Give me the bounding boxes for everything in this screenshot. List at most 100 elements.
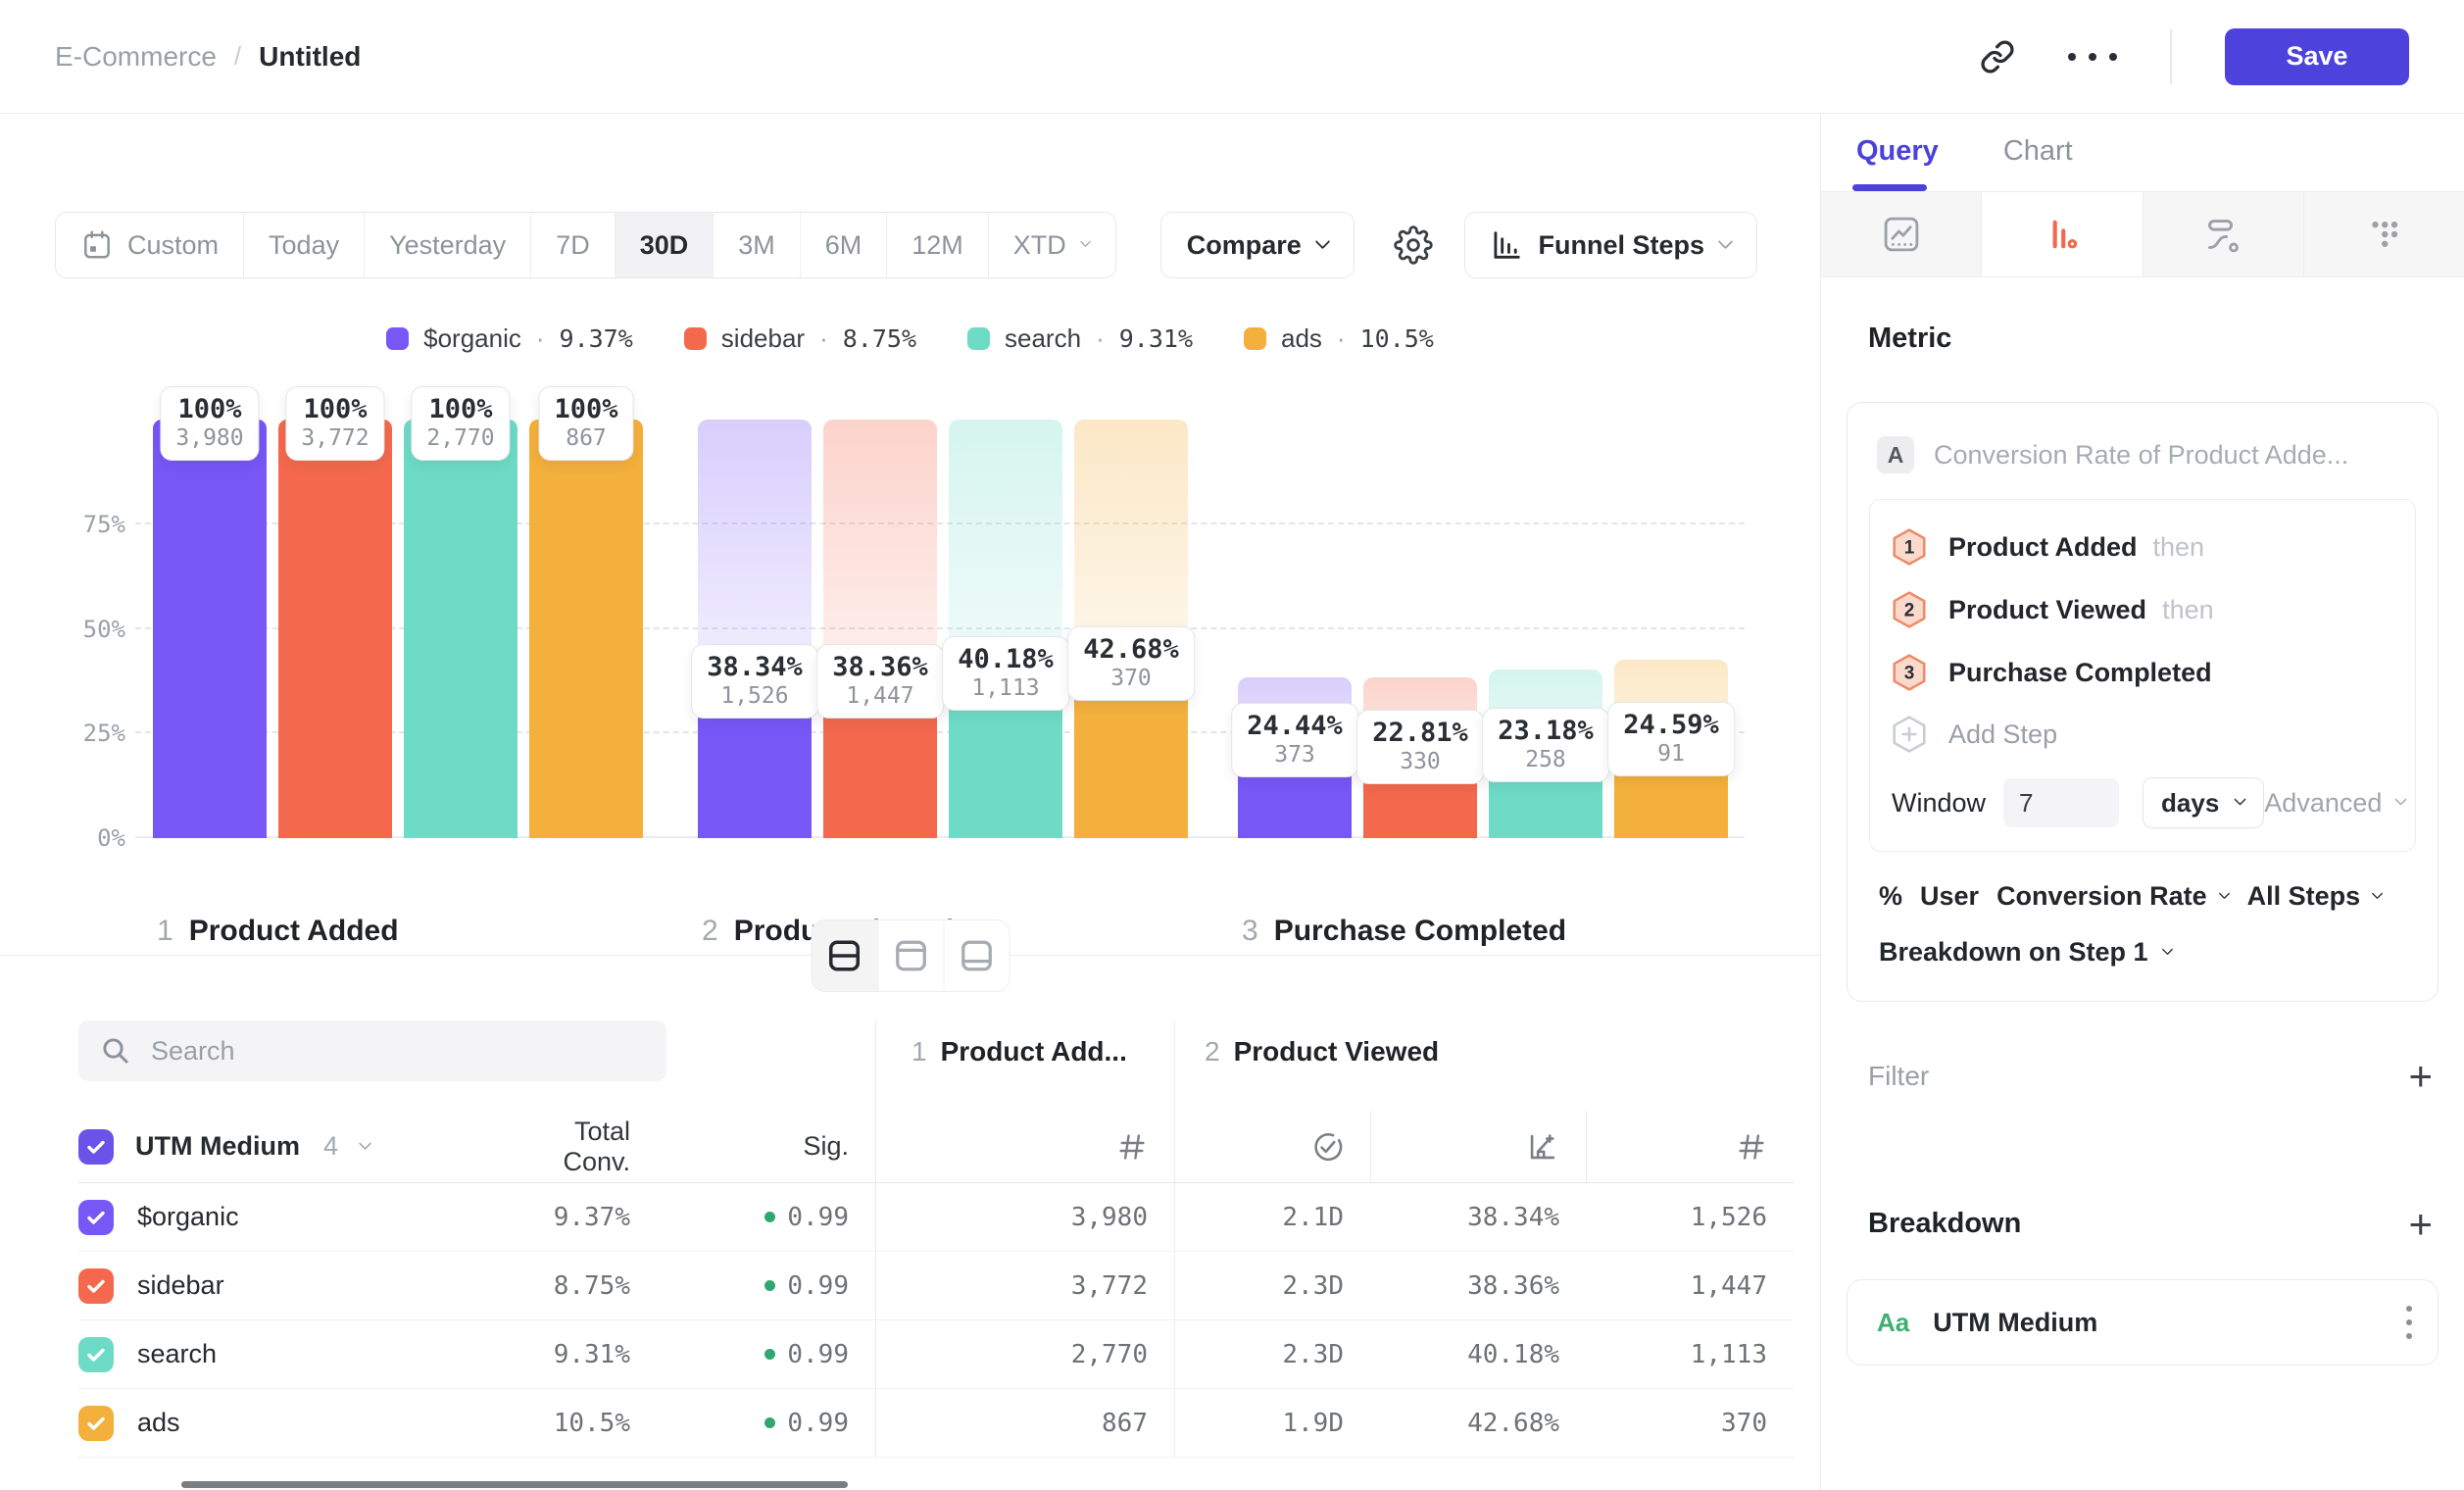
flow-chart-icon — [2201, 213, 2244, 256]
step1-count-column[interactable] — [875, 1111, 1174, 1182]
bar-value-label: 40.18%1,113 — [942, 636, 1069, 711]
row-checkbox[interactable] — [78, 1337, 114, 1372]
add-step-button[interactable]: Add Step — [1892, 704, 2393, 765]
legend-swatch — [386, 327, 409, 350]
table-search[interactable] — [78, 1020, 666, 1081]
breakdown-item-card[interactable]: Aa UTM Medium — [1847, 1279, 2439, 1366]
measure-scope-select[interactable]: All Steps — [2247, 881, 2384, 912]
select-all-checkbox[interactable] — [78, 1129, 114, 1165]
funnel-bar-search-step1[interactable] — [404, 420, 517, 838]
table-group-header[interactable]: UTM Medium 4 — [78, 1129, 539, 1165]
chevron-down-icon — [1080, 236, 1091, 247]
significance-value: 0.99 — [657, 1409, 875, 1438]
tab-grid-chart[interactable] — [2303, 192, 2464, 276]
legend-item-ads[interactable]: ads·10.5% — [1244, 323, 1434, 354]
row-checkbox[interactable] — [78, 1406, 114, 1441]
tab-chart[interactable]: Chart — [2003, 135, 2073, 191]
step-number-hexagon: 1 — [1892, 527, 1927, 567]
range-7d[interactable]: 7D — [530, 213, 615, 277]
share-link-icon[interactable] — [1980, 39, 2015, 74]
breadcrumb-project[interactable]: E-Commerce — [55, 41, 217, 73]
table-step1-header[interactable]: 1 Product Add... — [876, 1036, 1127, 1068]
tab-flow-chart[interactable] — [2143, 192, 2303, 276]
tab-funnel-chart[interactable] — [1981, 192, 2142, 276]
legend-swatch — [1244, 327, 1266, 350]
header-divider — [2170, 29, 2172, 84]
chart-type-button[interactable]: Funnel Steps — [1464, 212, 1757, 278]
row-checkbox[interactable] — [78, 1268, 114, 1304]
chevron-down-icon — [2218, 887, 2230, 899]
hash-icon — [1736, 1131, 1767, 1163]
funnel-bar-organic-step1[interactable] — [153, 420, 267, 838]
funnel-steps-card: 1Product Addedthen2Product Viewedthen3Pu… — [1869, 499, 2416, 852]
bar-value-label: 100%3,772 — [285, 386, 384, 461]
settings-gear-icon[interactable] — [1394, 225, 1433, 265]
step2-time-column[interactable] — [1174, 1111, 1370, 1182]
filter-heading: Filter — [1868, 1061, 1929, 1092]
window-unit-select[interactable]: days — [2143, 777, 2264, 828]
funnel-bar-ads-step1[interactable] — [529, 420, 643, 838]
range-6m[interactable]: 6M — [800, 213, 887, 277]
compare-label: Compare — [1187, 230, 1302, 261]
table-row-organic[interactable]: $organic9.37%0.993,9802.1D38.34%1,526 — [78, 1183, 1794, 1252]
breadcrumb-title[interactable]: Untitled — [259, 41, 361, 73]
sig-dot-icon — [764, 1280, 775, 1291]
funnel-bar-sidebar-step1[interactable] — [278, 420, 392, 838]
legend-swatch — [967, 327, 990, 350]
table-row-sidebar[interactable]: sidebar8.75%0.993,7722.3D38.36%1,447 — [78, 1252, 1794, 1320]
range-yesterday[interactable]: Yesterday — [364, 213, 530, 277]
svg-text:1: 1 — [1904, 537, 1915, 558]
range-custom[interactable]: Custom — [56, 213, 243, 277]
save-button[interactable]: Save — [2225, 28, 2409, 85]
row-checkbox[interactable] — [78, 1200, 114, 1235]
bar-value-label: 24.59%91 — [1607, 702, 1735, 776]
property-type-badge: Aa — [1877, 1308, 1909, 1338]
add-breakdown-button[interactable]: + — [2408, 1211, 2433, 1238]
metric-step-2[interactable]: 2Product Viewedthen — [1892, 578, 2393, 641]
view-table-top-button[interactable] — [877, 920, 943, 991]
sig-column-header[interactable]: Sig. — [657, 1131, 875, 1162]
bar-value-label: 23.18%258 — [1482, 708, 1609, 782]
breakdown-on-step-select[interactable]: Breakdown on Step 1 — [1879, 937, 2416, 968]
query-panel: Query Chart Metric A Conversion Rate of … — [1820, 114, 2464, 1490]
table-row-ads[interactable]: ads10.5%0.998671.9D42.68%370 — [78, 1389, 1794, 1458]
step2-conversion-column[interactable] — [1370, 1111, 1586, 1182]
hash-icon — [1116, 1131, 1148, 1163]
step-number-hexagon: 3 — [1892, 653, 1927, 692]
kebab-menu-icon[interactable] — [2406, 1306, 2412, 1339]
metric-title-row[interactable]: A Conversion Rate of Product Adde... — [1869, 428, 2416, 473]
measure-user[interactable]: User — [1920, 881, 1979, 912]
measure-metric-select[interactable]: Conversion Rate — [1996, 881, 2230, 912]
legend-item-organic[interactable]: $organic·9.37% — [386, 323, 633, 354]
date-range-tabs: CustomTodayYesterday7D30D3M6M12MXTD — [55, 212, 1116, 278]
metric-step-1[interactable]: 1Product Addedthen — [1892, 516, 2393, 578]
step2-count-column[interactable] — [1586, 1111, 1794, 1182]
table-step2-header[interactable]: 2 Product Viewed — [1175, 1036, 1439, 1068]
range-today[interactable]: Today — [243, 213, 364, 277]
svg-text:3: 3 — [1904, 663, 1915, 683]
window-value-input[interactable] — [2003, 778, 2119, 827]
range-12m[interactable]: 12M — [886, 213, 988, 277]
legend-swatch — [684, 327, 707, 350]
tab-query[interactable]: Query — [1856, 135, 1939, 191]
measure-row: % User Conversion Rate All Steps — [1879, 881, 2416, 912]
range-3m[interactable]: 3M — [713, 213, 800, 277]
advanced-toggle[interactable]: Advanced — [2264, 788, 2406, 819]
view-table-bottom-button[interactable] — [943, 920, 1009, 991]
total-conv-column-header[interactable]: Total Conv. — [539, 1117, 657, 1177]
add-filter-button[interactable]: + — [2408, 1063, 2433, 1090]
calendar-icon — [80, 228, 114, 262]
range-30d[interactable]: 30D — [615, 213, 714, 277]
compare-button[interactable]: Compare — [1160, 212, 1355, 278]
table-row-search[interactable]: search9.31%0.992,7702.3D40.18%1,113 — [78, 1320, 1794, 1389]
horizontal-scrollbar[interactable] — [181, 1481, 848, 1488]
view-split-button[interactable] — [812, 920, 877, 991]
search-input[interactable] — [151, 1036, 621, 1067]
tab-line-chart[interactable] — [1821, 192, 1981, 276]
legend-item-sidebar[interactable]: sidebar·8.75% — [684, 323, 916, 354]
chevron-down-icon — [1315, 234, 1331, 250]
more-options-icon[interactable] — [2068, 53, 2117, 61]
legend-item-search[interactable]: search·9.31% — [967, 323, 1193, 354]
metric-step-3[interactable]: 3Purchase Completed — [1892, 641, 2393, 704]
range-xtd[interactable]: XTD — [988, 213, 1115, 277]
